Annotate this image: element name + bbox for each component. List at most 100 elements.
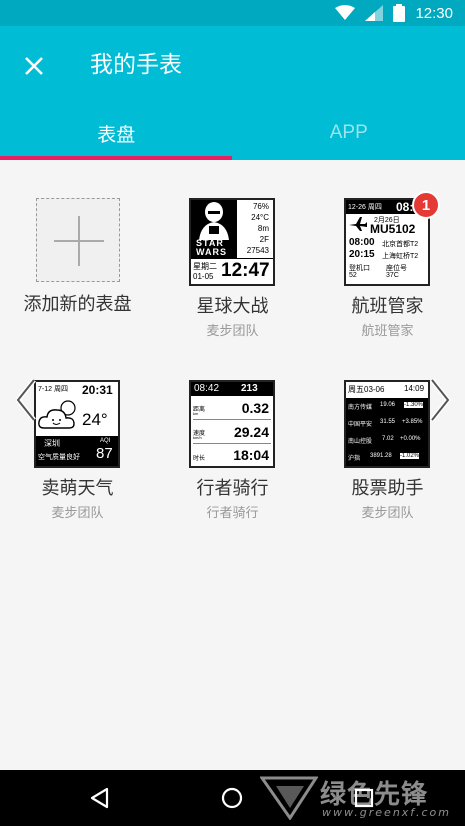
stocks-row-value: 3891.28 [370,453,392,459]
watchface-author: 行者骑行 [206,506,259,521]
watchface-preview-starwars: STAR WARS 76% 24°C 8m 2F 27543 星期二 01-05… [189,198,275,286]
starwars-stat-temp: 24°C [251,213,269,222]
starwars-weekday: 星期二 [193,262,217,271]
home-button[interactable] [202,778,262,818]
watchface-author: 麦步团队 [206,324,259,339]
watchface-name: 行者骑行 [196,478,269,499]
flight-arrival-time: 20:15 [349,249,375,260]
stocks-row-name: 南方传媒 [348,405,373,411]
weather-aqi-label: AQI [100,438,111,444]
starwars-time: 12:47 [221,260,270,281]
watchface-preview-stocks: 周五03-06 14:09 南方传媒 19.06 -1.30% 中国平安 31.… [344,380,430,468]
starwars-stat-distance: 8m [257,224,269,233]
notification-badge: 1 [412,191,440,219]
cycling-row-value: 0.32 [241,400,269,416]
stocks-row-value: 7.02 [382,436,394,442]
page-title: 我的手表 [90,52,182,78]
stocks-time: 14:09 [404,384,425,393]
weather-temperature: 24° [82,410,108,429]
divider [193,419,271,420]
scroll-left-button[interactable] [14,378,38,422]
stocks-row-change: +0.00% [400,436,421,442]
status-bar: 12:30 [0,0,465,26]
watchface-list: 添加新的表盘 STAR WARS 76% 24°C 8m 2F 27543 星期… [0,160,465,770]
tab-watchfaces[interactable]: 表盘 [0,106,233,160]
tab-bar: 表盘 APP [0,106,465,160]
app-bar: 我的手表 表盘 APP [0,26,465,160]
back-button[interactable] [70,778,130,818]
chevron-left-icon [15,378,36,422]
starwars-stat-floors: 2F [259,235,269,244]
starwars-date: 01-05 [193,272,214,281]
signal-icon [365,5,384,21]
watchface-author: 麦步团队 [51,506,104,521]
stormtrooper-icon [199,202,229,240]
watchface-author: 航班管家 [361,324,414,339]
watchface-name: 股票助手 [351,478,424,499]
cycling-row-unit: km/h [193,435,202,440]
stocks-row-value: 19.06 [380,402,396,408]
airplane-icon [349,217,367,231]
watchface-item-cycling[interactable]: 08:42 213 距离 km 0.32 速度 km/h 29.24 时长 18… [155,380,310,530]
flight-gate: 52 [349,272,357,279]
watchface-name: 卖萌天气 [41,478,114,499]
status-time: 12:30 [415,4,453,22]
flight-number: MU5102 [370,222,416,236]
watchface-name: 航班管家 [351,296,424,317]
tab-apps[interactable]: APP [233,106,465,160]
weather-aqi-text: 空气质量良好 [38,454,80,461]
flight-seat: 37C [386,272,399,279]
add-watchface-button[interactable] [36,198,120,282]
starwars-panel: STAR WARS [191,200,237,258]
starwars-stat-steps: 27543 [246,246,269,255]
close-button[interactable] [14,46,54,86]
stocks-row-value: 31.55 [380,419,396,425]
watermark-url: www.greenxf.com [322,806,451,819]
weather-aqi: 87 [96,445,113,462]
weather-time: 20:31 [82,383,113,397]
stocks-row-name: 沪指 [348,456,361,462]
battery-icon [393,4,406,22]
flight-departure-airport: 北京首都T2 [382,241,419,248]
wifi-icon [335,5,356,20]
cycling-altitude: 213 [241,383,258,394]
weather-date: 7-12 周四 [38,386,68,393]
cycling-row-unit: km [193,411,199,416]
cloud-sun-icon [38,400,76,429]
divider [191,258,273,259]
starwars-logo-bottom: WARS [196,247,227,257]
cycling-row-value: 18:04 [233,447,269,463]
cycling-row-value: 29.24 [233,424,269,440]
stocks-row-name: 南山控股 [348,439,373,445]
watchface-item-flight[interactable]: 12-26 周四 08:2 2月26日 MU5102 08:00 北京首都T2 … [310,198,465,348]
scroll-right-button[interactable] [428,378,452,422]
flight-header-date: 12-26 周四 [348,204,382,211]
watchface-author: 麦步团队 [361,506,414,521]
back-icon [90,787,109,809]
watchface-preview-cycling: 08:42 213 距离 km 0.32 速度 km/h 29.24 时长 18… [189,380,275,468]
stocks-row-change: -1.30% [404,402,424,408]
weather-city: 深圳 [44,439,60,448]
stocks-date: 周五03-06 [348,385,385,394]
add-watchface-item[interactable]: 添加新的表盘 [0,198,155,348]
watchface-item-starwars[interactable]: STAR WARS 76% 24°C 8m 2F 27543 星期二 01-05… [155,198,310,348]
chevron-right-icon [430,378,451,422]
watchface-preview-weather: 7-12 周四 20:31 24° 深圳 AQI 空气质量良好 87 [34,380,120,468]
cycling-time: 08:42 [194,383,220,394]
stocks-row-change: -1.02% [400,453,420,459]
divider [193,443,271,444]
flight-departure-time: 08:00 [349,237,375,248]
add-watchface-label: 添加新的表盘 [23,294,132,315]
close-icon [25,57,43,75]
stocks-row-change: +3.85% [402,419,423,425]
status-icons: 12:30 [335,3,453,23]
stocks-row-name: 中国平安 [348,422,373,428]
plus-icon-vertical [78,216,80,266]
starwars-stat-battery: 76% [252,202,269,211]
watchface-name: 星球大战 [196,296,269,317]
watermark-logo [260,776,318,820]
flight-arrival-airport: 上海虹桥T2 [382,253,419,260]
watermark: 绿色先锋 www.greenxf.com [260,772,460,822]
home-icon [221,787,243,809]
cycling-row-label: 时长 [193,456,206,462]
